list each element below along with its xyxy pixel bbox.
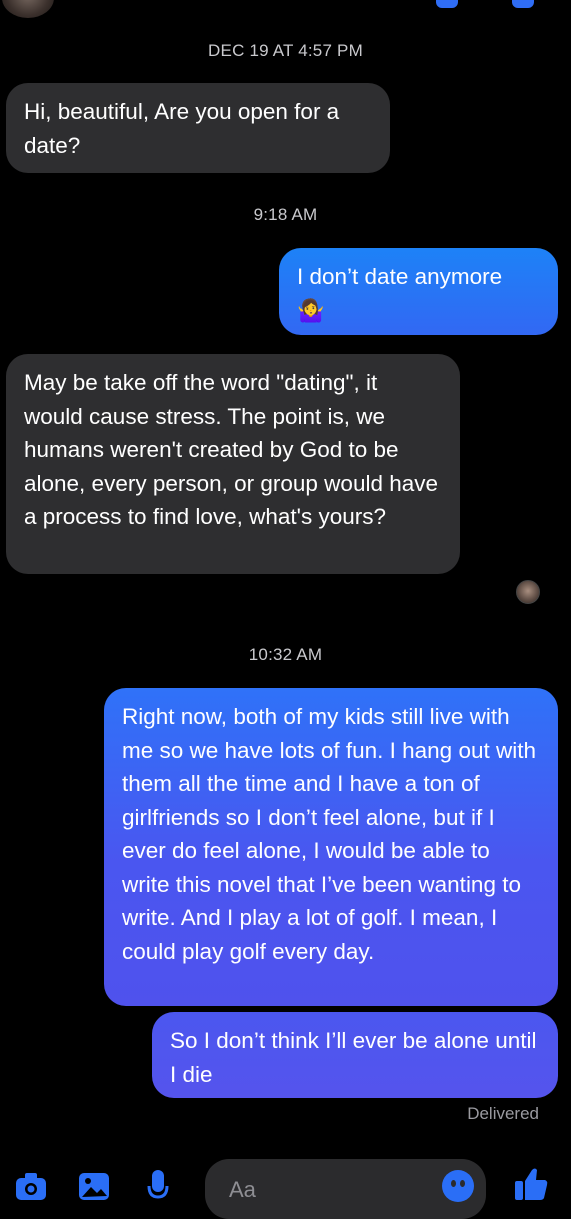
message-text: So I don’t think I’ll ever be alone unti… — [170, 1028, 537, 1087]
microphone-icon[interactable] — [147, 1170, 169, 1200]
thumbs-up-icon[interactable] — [514, 1166, 548, 1200]
timestamp: 10:32 AM — [248, 645, 323, 664]
timestamp: 9:18 AM — [253, 205, 318, 224]
call-icon[interactable] — [436, 0, 458, 8]
read-receipt-avatar — [516, 580, 540, 604]
delivered-status: Delivered — [467, 1104, 539, 1123]
shrug-emoji-icon: 🤷‍♀️ — [297, 297, 325, 323]
received-message[interactable]: May be take off the word "dating", it wo… — [6, 354, 460, 574]
video-call-icon[interactable] — [512, 0, 534, 8]
message-text: Right now, both of my kids still live wi… — [122, 704, 536, 964]
message-input-placeholder: Aa — [229, 1177, 256, 1202]
sent-message[interactable]: Right now, both of my kids still live wi… — [104, 688, 558, 1006]
timestamp: DEC 19 AT 4:57 PM — [208, 41, 363, 60]
message-text: May be take off the word "dating", it wo… — [24, 370, 439, 529]
photo-icon[interactable] — [78, 1170, 110, 1200]
sent-message[interactable]: So I don’t think I’ll ever be alone unti… — [152, 1012, 558, 1098]
emoji-icon[interactable] — [442, 1170, 474, 1202]
camera-icon[interactable] — [15, 1170, 47, 1200]
contact-avatar[interactable] — [2, 0, 54, 18]
received-message[interactable]: Hi, beautiful, Are you open for a date? — [6, 83, 390, 173]
message-text: I don’t date anymore — [297, 264, 503, 289]
message-text: Hi, beautiful, Are you open for a date? — [24, 99, 340, 158]
sent-message[interactable]: I don’t date anymore 🤷‍♀️ — [279, 248, 558, 335]
chat-header — [0, 0, 571, 24]
